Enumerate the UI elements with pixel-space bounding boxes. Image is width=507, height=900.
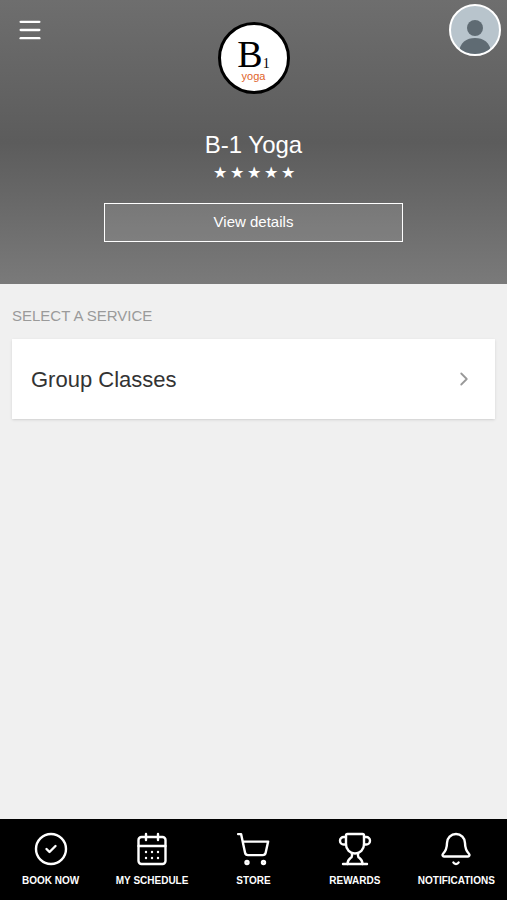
menu-button[interactable] bbox=[12, 12, 48, 48]
nav-item[interactable]: BOOK NOW bbox=[0, 819, 101, 900]
calendar-icon bbox=[134, 831, 170, 867]
star-icon: ★ bbox=[264, 161, 278, 185]
user-icon bbox=[455, 14, 495, 54]
bottom-nav: BOOK NOWMY SCHEDULESTOREREWARDSNOTIFICAT… bbox=[0, 819, 507, 900]
app: B1yogaB-1 Yoga★★★★★View detailsSELECT A … bbox=[0, 0, 507, 900]
section-label: SELECT A SERVICE bbox=[12, 307, 495, 325]
header-content: B1yogaB-1 Yoga★★★★★View details bbox=[0, 0, 507, 242]
star-rating: ★★★★★ bbox=[213, 161, 295, 185]
studio-title: B-1 Yoga bbox=[205, 130, 302, 160]
nav-item[interactable]: REWARDS bbox=[304, 819, 405, 900]
cart-icon bbox=[235, 831, 271, 867]
nav-item[interactable]: MY SCHEDULE bbox=[101, 819, 202, 900]
check-circle-icon bbox=[33, 831, 69, 867]
logo: B1yoga bbox=[218, 22, 290, 94]
nav-item[interactable]: STORE bbox=[203, 819, 304, 900]
content: SELECT A SERVICE Group Classes bbox=[0, 284, 507, 819]
star-icon: ★ bbox=[213, 161, 227, 185]
star-icon: ★ bbox=[230, 161, 244, 185]
star-icon: ★ bbox=[247, 161, 261, 185]
star-icon: ★ bbox=[281, 161, 295, 185]
service-card[interactable]: Group Classes bbox=[12, 339, 495, 419]
bell-icon bbox=[438, 831, 474, 867]
trophy-icon bbox=[337, 831, 373, 867]
nav-item[interactable]: NOTIFICATIONS bbox=[406, 819, 507, 900]
chevron-right-icon bbox=[453, 368, 475, 390]
header: B1yogaB-1 Yoga★★★★★View details bbox=[0, 0, 507, 284]
view-details-button[interactable]: View details bbox=[104, 203, 403, 242]
hamburger-icon bbox=[16, 16, 44, 44]
avatar-button[interactable] bbox=[449, 4, 501, 56]
